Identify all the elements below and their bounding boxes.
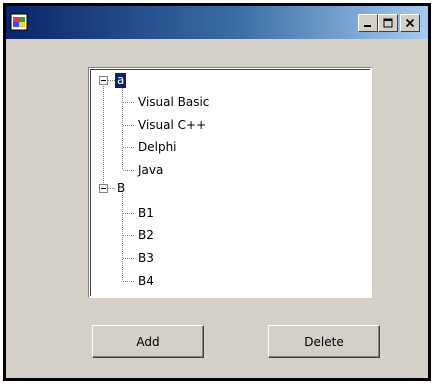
window-outer-frame: a Visual Basic Visual C++ Delphi Java B … [3, 3, 431, 381]
main-window: a Visual Basic Visual C++ Delphi Java B … [6, 6, 428, 378]
maximize-button[interactable] [378, 14, 398, 32]
delete-button[interactable]: Delete [268, 325, 380, 358]
close-button[interactable] [400, 14, 420, 32]
tree-node-b[interactable]: B [115, 181, 127, 196]
app-window-icon[interactable] [10, 13, 28, 31]
window-client-area: a Visual Basic Visual C++ Delphi Java B … [6, 39, 428, 378]
tree-view[interactable]: a Visual Basic Visual C++ Delphi Java B … [88, 67, 372, 298]
tree-view-inner: a Visual Basic Visual C++ Delphi Java B … [90, 69, 370, 296]
tree-node-b2[interactable]: B2 [136, 228, 156, 243]
tree-node-visual-cpp[interactable]: Visual C++ [136, 118, 208, 133]
tree-node-visual-basic[interactable]: Visual Basic [136, 95, 211, 110]
close-icon [405, 18, 415, 28]
minimize-button[interactable] [358, 14, 378, 32]
tree-node-b4[interactable]: B4 [136, 274, 156, 289]
add-button[interactable]: Add [92, 325, 204, 358]
title-bar[interactable] [6, 6, 428, 39]
maximize-icon [383, 18, 393, 28]
tree-node-java[interactable]: Java [136, 163, 165, 178]
tree-node-b3[interactable]: B3 [136, 251, 156, 266]
tree-node-delphi[interactable]: Delphi [136, 140, 179, 155]
tree-connector-lines [103, 80, 135, 282]
tree-node-a[interactable]: a [115, 73, 127, 88]
tree-expander-a[interactable] [99, 76, 108, 85]
tree-node-b1[interactable]: B1 [136, 206, 156, 221]
minimize-icon [364, 25, 371, 27]
tree-expander-b[interactable] [99, 184, 108, 193]
